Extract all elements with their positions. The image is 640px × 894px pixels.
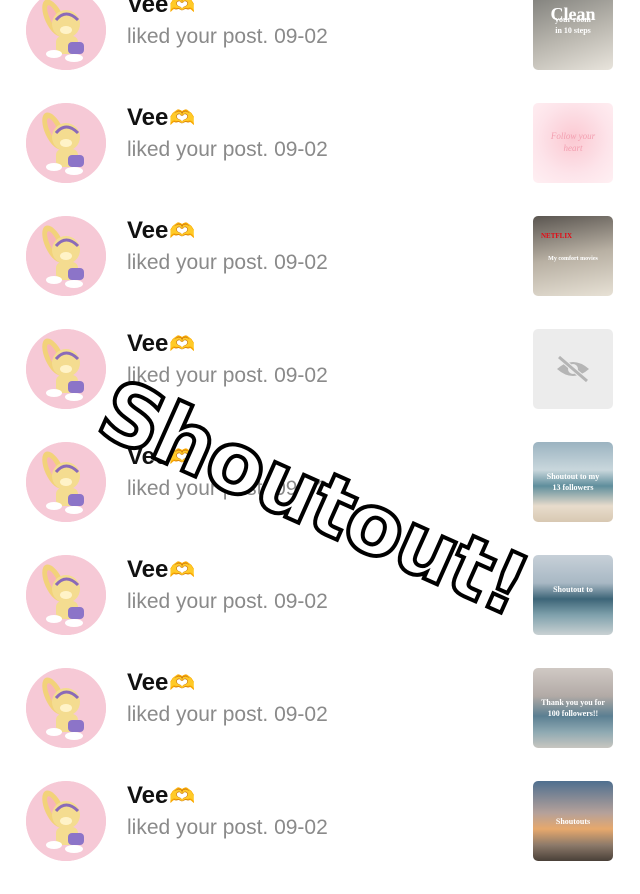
heart-hands-icon: 🫶: [169, 107, 196, 130]
user-name[interactable]: Vee🫶: [127, 329, 196, 359]
thumbnail-caption: 100 followers!!: [547, 709, 599, 718]
notification-text: liked your post. 09-02: [127, 816, 328, 839]
user-name[interactable]: Vee🫶: [127, 781, 196, 811]
avatar[interactable]: [26, 555, 106, 635]
thumbnail-caption: in 10 steps: [555, 26, 591, 35]
user-name-text: Vee: [127, 782, 169, 809]
thumbnail-caption: 13 followers: [552, 483, 594, 492]
avatar[interactable]: [26, 103, 106, 183]
post-thumbnail[interactable]: Shoutouts: [533, 781, 613, 861]
user-name[interactable]: Vee🫶: [127, 0, 196, 20]
user-name-text: Vee: [127, 104, 169, 131]
notification-text: liked your post. 09-02: [127, 138, 328, 161]
thumbnail-caption: heart: [563, 143, 583, 153]
notification-row[interactable]: Vee🫶 liked your post. 09-02 Thank you you …: [0, 668, 640, 781]
user-name[interactable]: Vee🫶: [127, 216, 196, 246]
notification-row[interactable]: Vee🫶 liked your post. 09-02 Shoutouts: [0, 781, 640, 894]
notification-text: liked your post. 09-02: [127, 590, 328, 613]
thumbnail-caption: Shoutout to: [553, 585, 593, 594]
notification-row[interactable]: Vee🫶 liked your post. 09-02 Follow your hea…: [0, 103, 640, 216]
thumbnail-caption: your room: [555, 15, 591, 24]
notification-text: liked your post. 09-02: [127, 25, 328, 48]
post-thumbnail[interactable]: Thank you you for 100 followers!!: [533, 668, 613, 748]
post-thumbnail[interactable]: Follow your heart: [533, 103, 613, 183]
post-thumbnail[interactable]: NETFLIX My comfort movies: [533, 216, 613, 296]
heart-hands-icon: 🫶: [169, 220, 196, 243]
user-name-text: Vee: [127, 0, 169, 18]
notification-row[interactable]: Vee🫶 liked your post. 09-02 Shoutout to: [0, 555, 640, 668]
heart-hands-icon: 🫶: [169, 672, 196, 695]
notification-row[interactable]: Vee🫶 liked your post. 09-02 NETFLIX My comf…: [0, 216, 640, 329]
avatar[interactable]: [26, 0, 106, 70]
heart-hands-icon: 🫶: [169, 333, 196, 356]
heart-hands-icon: 🫶: [169, 559, 196, 582]
user-name[interactable]: Vee🫶: [127, 668, 196, 698]
post-thumbnail[interactable]: Clean your room in 10 steps: [533, 0, 613, 70]
notification-text: liked your post. 09-02: [127, 251, 328, 274]
post-thumbnail[interactable]: Shoutout to my 13 followers: [533, 442, 613, 522]
thumbnail-caption: Shoutout to my: [546, 472, 600, 481]
user-name[interactable]: Vee🫶: [127, 555, 196, 585]
thumbnail-caption: Thank you you for: [541, 698, 605, 707]
avatar[interactable]: [26, 781, 106, 861]
avatar[interactable]: [26, 442, 106, 522]
thumbnail-caption: My comfort movies: [548, 256, 598, 262]
thumbnail-caption: NETFLIX: [541, 232, 573, 240]
user-name-text: Vee: [127, 217, 169, 244]
notification-text: liked your post. 09-02: [127, 703, 328, 726]
eye-slash-icon: [557, 355, 589, 383]
post-thumbnail[interactable]: Shoutout to: [533, 555, 613, 635]
avatar[interactable]: [26, 216, 106, 296]
notification-row[interactable]: Vee🫶 liked your post. 09-02 Clean your room…: [0, 0, 640, 103]
user-name-text: Vee: [127, 330, 169, 357]
thumbnail-caption: Follow your: [550, 131, 596, 141]
heart-hands-icon: 🫶: [169, 785, 196, 808]
user-name-text: Vee: [127, 669, 169, 696]
heart-hands-icon: 🫶: [169, 0, 196, 17]
avatar[interactable]: [26, 668, 106, 748]
post-thumbnail[interactable]: [533, 329, 613, 409]
thumbnail-caption: Shoutouts: [555, 817, 591, 826]
user-name[interactable]: Vee🫶: [127, 103, 196, 133]
user-name-text: Vee: [127, 556, 169, 583]
avatar[interactable]: [26, 329, 106, 409]
